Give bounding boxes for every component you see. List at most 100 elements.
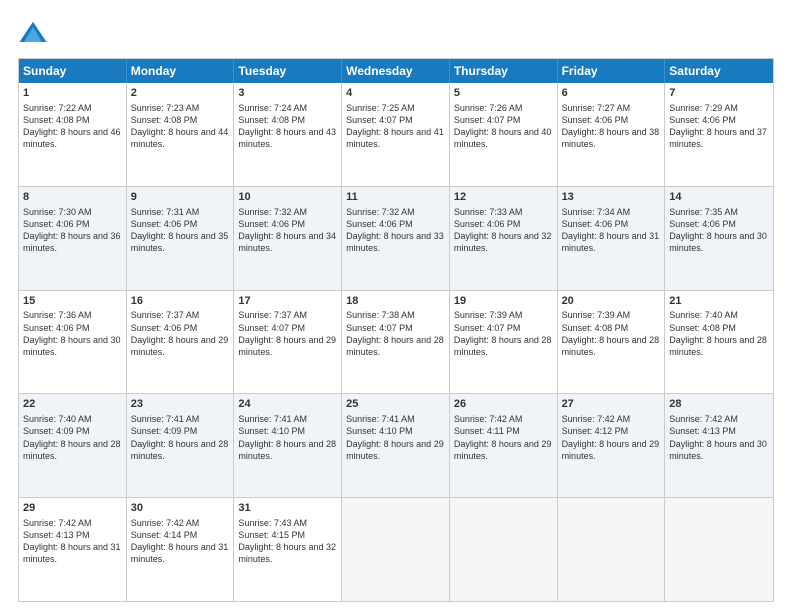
day-info: Sunrise: 7:40 AMSunset: 4:08 PMDaylight:… xyxy=(669,310,767,356)
calendar-body: 1 Sunrise: 7:22 AMSunset: 4:08 PMDaylight… xyxy=(19,83,773,601)
day-number: 17 xyxy=(238,294,337,309)
day-number: 19 xyxy=(454,294,553,309)
day-number: 8 xyxy=(23,190,122,205)
day-number: 26 xyxy=(454,397,553,412)
day-number: 5 xyxy=(454,86,553,101)
day-number: 27 xyxy=(562,397,661,412)
calendar-row-2: 8 Sunrise: 7:30 AMSunset: 4:06 PMDaylight… xyxy=(19,186,773,290)
day-number: 2 xyxy=(131,86,230,101)
day-cell-25: 25Sunrise: 7:41 AMSunset: 4:10 PMDayligh… xyxy=(342,394,450,497)
day-number: 15 xyxy=(23,294,122,309)
day-number: 24 xyxy=(238,397,337,412)
day-info: Sunrise: 7:24 AMSunset: 4:08 PMDaylight:… xyxy=(238,103,336,149)
day-number: 29 xyxy=(23,501,122,516)
day-cell-6: 6 Sunrise: 7:27 AMSunset: 4:06 PMDaylight… xyxy=(558,83,666,186)
day-cell-1: 1 Sunrise: 7:22 AMSunset: 4:08 PMDaylight… xyxy=(19,83,127,186)
calendar-row-4: 22 Sunrise: 7:40 AMSunset: 4:09 PMDayligh… xyxy=(19,393,773,497)
day-info: Sunrise: 7:27 AMSunset: 4:06 PMDaylight:… xyxy=(562,103,660,149)
day-number: 14 xyxy=(669,190,769,205)
header-day-saturday: Saturday xyxy=(665,59,773,83)
day-cell-15: 15Sunrise: 7:36 AMSunset: 4:06 PMDayligh… xyxy=(19,291,127,394)
header-day-tuesday: Tuesday xyxy=(234,59,342,83)
calendar-header: SundayMondayTuesdayWednesdayThursdayFrid… xyxy=(19,59,773,83)
day-number: 4 xyxy=(346,86,445,101)
day-info: Sunrise: 7:34 AMSunset: 4:06 PMDaylight:… xyxy=(562,207,660,253)
day-info: Sunrise: 7:32 AMSunset: 4:06 PMDaylight:… xyxy=(346,207,444,253)
day-info: Sunrise: 7:41 AMSunset: 4:10 PMDaylight:… xyxy=(238,414,336,460)
day-cell-23: 23 Sunrise: 7:41 AMSunset: 4:09 PMDayligh… xyxy=(127,394,235,497)
day-number: 22 xyxy=(23,397,122,412)
day-info: Sunrise: 7:38 AMSunset: 4:07 PMDaylight:… xyxy=(346,310,444,356)
day-info: Sunrise: 7:37 AMSunset: 4:06 PMDaylight:… xyxy=(131,310,229,356)
day-number: 20 xyxy=(562,294,661,309)
day-info: Sunrise: 7:42 AMSunset: 4:13 PMDaylight:… xyxy=(669,414,767,460)
day-info: Sunrise: 7:42 AMSunset: 4:12 PMDaylight:… xyxy=(562,414,660,460)
day-number: 6 xyxy=(562,86,661,101)
day-info: Sunrise: 7:42 AMSunset: 4:11 PMDaylight:… xyxy=(454,414,552,460)
day-info: Sunrise: 7:35 AMSunset: 4:06 PMDaylight:… xyxy=(669,207,767,253)
header-day-thursday: Thursday xyxy=(450,59,558,83)
day-cell-14: 14 Sunrise: 7:35 AMSunset: 4:06 PMDayligh… xyxy=(665,187,773,290)
day-info: Sunrise: 7:40 AMSunset: 4:09 PMDaylight:… xyxy=(23,414,121,460)
day-info: Sunrise: 7:29 AMSunset: 4:06 PMDaylight:… xyxy=(669,103,767,149)
day-info: Sunrise: 7:43 AMSunset: 4:15 PMDaylight:… xyxy=(238,518,336,564)
day-cell-24: 24 Sunrise: 7:41 AMSunset: 4:10 PMDayligh… xyxy=(234,394,342,497)
day-info: Sunrise: 7:39 AMSunset: 4:08 PMDaylight:… xyxy=(562,310,660,356)
day-info: Sunrise: 7:23 AMSunset: 4:08 PMDaylight:… xyxy=(131,103,229,149)
day-info: Sunrise: 7:30 AMSunset: 4:06 PMDaylight:… xyxy=(23,207,121,253)
day-cell-11: 11Sunrise: 7:32 AMSunset: 4:06 PMDayligh… xyxy=(342,187,450,290)
calendar-row-5: 29 Sunrise: 7:42 AMSunset: 4:13 PMDayligh… xyxy=(19,497,773,601)
day-cell-13: 13 Sunrise: 7:34 AMSunset: 4:06 PMDayligh… xyxy=(558,187,666,290)
day-cell-5: 5 Sunrise: 7:26 AMSunset: 4:07 PMDaylight… xyxy=(450,83,558,186)
empty-cell xyxy=(665,498,773,601)
day-number: 9 xyxy=(131,190,230,205)
day-number: 1 xyxy=(23,86,122,101)
day-cell-16: 16Sunrise: 7:37 AMSunset: 4:06 PMDayligh… xyxy=(127,291,235,394)
day-info: Sunrise: 7:26 AMSunset: 4:07 PMDaylight:… xyxy=(454,103,552,149)
empty-cell xyxy=(558,498,666,601)
day-cell-19: 19Sunrise: 7:39 AMSunset: 4:07 PMDayligh… xyxy=(450,291,558,394)
day-cell-31: 31 Sunrise: 7:43 AMSunset: 4:15 PMDayligh… xyxy=(234,498,342,601)
page: SundayMondayTuesdayWednesdayThursdayFrid… xyxy=(0,0,792,612)
day-cell-3: 3 Sunrise: 7:24 AMSunset: 4:08 PMDaylight… xyxy=(234,83,342,186)
empty-cell xyxy=(342,498,450,601)
day-number: 21 xyxy=(669,294,769,309)
day-cell-29: 29 Sunrise: 7:42 AMSunset: 4:13 PMDayligh… xyxy=(19,498,127,601)
day-info: Sunrise: 7:22 AMSunset: 4:08 PMDaylight:… xyxy=(23,103,121,149)
calendar: SundayMondayTuesdayWednesdayThursdayFrid… xyxy=(18,58,774,602)
day-info: Sunrise: 7:31 AMSunset: 4:06 PMDaylight:… xyxy=(131,207,229,253)
day-info: Sunrise: 7:33 AMSunset: 4:06 PMDaylight:… xyxy=(454,207,552,253)
day-number: 10 xyxy=(238,190,337,205)
day-cell-12: 12 Sunrise: 7:33 AMSunset: 4:06 PMDayligh… xyxy=(450,187,558,290)
header-day-sunday: Sunday xyxy=(19,59,127,83)
day-info: Sunrise: 7:42 AMSunset: 4:14 PMDaylight:… xyxy=(131,518,229,564)
day-number: 12 xyxy=(454,190,553,205)
day-cell-20: 20Sunrise: 7:39 AMSunset: 4:08 PMDayligh… xyxy=(558,291,666,394)
logo-icon xyxy=(18,18,48,48)
header-day-monday: Monday xyxy=(127,59,235,83)
day-number: 7 xyxy=(669,86,769,101)
day-number: 31 xyxy=(238,501,337,516)
day-info: Sunrise: 7:41 AMSunset: 4:10 PMDaylight:… xyxy=(346,414,444,460)
empty-cell xyxy=(450,498,558,601)
day-cell-26: 26 Sunrise: 7:42 AMSunset: 4:11 PMDayligh… xyxy=(450,394,558,497)
day-number: 13 xyxy=(562,190,661,205)
day-number: 23 xyxy=(131,397,230,412)
day-cell-8: 8 Sunrise: 7:30 AMSunset: 4:06 PMDaylight… xyxy=(19,187,127,290)
day-cell-27: 27 Sunrise: 7:42 AMSunset: 4:12 PMDayligh… xyxy=(558,394,666,497)
day-number: 30 xyxy=(131,501,230,516)
day-cell-30: 30 Sunrise: 7:42 AMSunset: 4:14 PMDayligh… xyxy=(127,498,235,601)
day-info: Sunrise: 7:41 AMSunset: 4:09 PMDaylight:… xyxy=(131,414,229,460)
day-info: Sunrise: 7:36 AMSunset: 4:06 PMDaylight:… xyxy=(23,310,121,356)
day-number: 28 xyxy=(669,397,769,412)
header xyxy=(18,18,774,48)
day-info: Sunrise: 7:37 AMSunset: 4:07 PMDaylight:… xyxy=(238,310,336,356)
day-info: Sunrise: 7:25 AMSunset: 4:07 PMDaylight:… xyxy=(346,103,444,149)
day-info: Sunrise: 7:42 AMSunset: 4:13 PMDaylight:… xyxy=(23,518,121,564)
day-info: Sunrise: 7:39 AMSunset: 4:07 PMDaylight:… xyxy=(454,310,552,356)
day-cell-22: 22 Sunrise: 7:40 AMSunset: 4:09 PMDayligh… xyxy=(19,394,127,497)
day-cell-7: 7 Sunrise: 7:29 AMSunset: 4:06 PMDaylight… xyxy=(665,83,773,186)
day-cell-21: 21Sunrise: 7:40 AMSunset: 4:08 PMDayligh… xyxy=(665,291,773,394)
day-number: 3 xyxy=(238,86,337,101)
calendar-row-1: 1 Sunrise: 7:22 AMSunset: 4:08 PMDaylight… xyxy=(19,83,773,186)
